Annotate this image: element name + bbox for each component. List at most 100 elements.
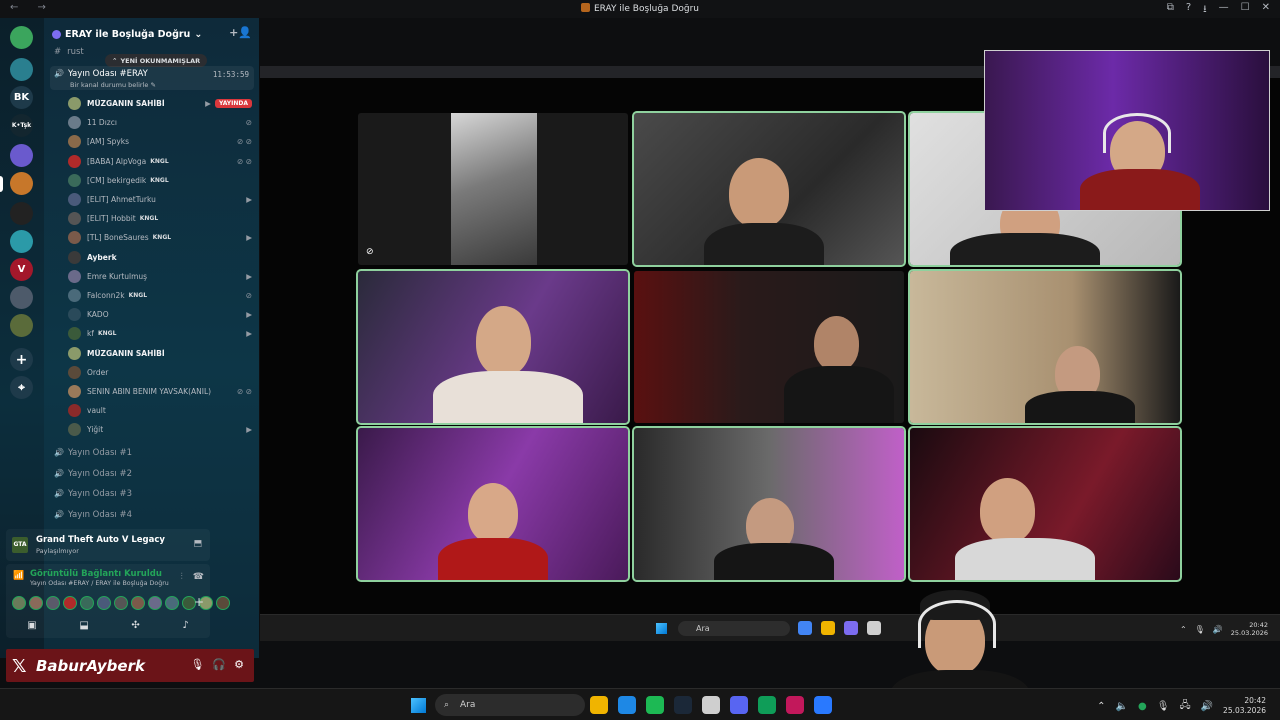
video-tile[interactable]: [634, 271, 904, 423]
discover-icon[interactable]: ⌖: [10, 376, 33, 399]
soundboard-icon[interactable]: ♪: [182, 620, 188, 631]
voice-member[interactable]: MÜZGANIN SAHİBİ ▶ YAYINDA: [68, 95, 252, 112]
taskbar-clock[interactable]: 20:42 25.03.2026: [1223, 696, 1266, 716]
network-icon[interactable]: 🖧: [1179, 698, 1190, 715]
voice-member[interactable]: vault: [68, 402, 252, 419]
participant-avatar[interactable]: [148, 596, 162, 610]
disconnect-icon[interactable]: ☎: [193, 572, 204, 582]
server-icon[interactable]: [10, 26, 33, 49]
video-tile-speaking[interactable]: [356, 426, 630, 582]
video-tile-speaking[interactable]: [632, 426, 906, 582]
voice-member[interactable]: KADO ▶: [68, 306, 252, 323]
volume-icon[interactable]: 🔊: [1201, 701, 1213, 712]
voice-member[interactable]: [BABA] AlpVoga KNGL ⊘ ⊘: [68, 153, 252, 170]
help-icon[interactable]: ?: [1186, 2, 1191, 19]
stream-search-text: Ara: [696, 624, 710, 633]
activities-icon[interactable]: ✣: [131, 620, 139, 631]
app-icon[interactable]: [590, 696, 608, 714]
connection-title[interactable]: Görüntülü Bağlantı Kuruldu: [30, 569, 162, 579]
close-button[interactable]: ✕: [1262, 2, 1270, 19]
participant-avatar[interactable]: [97, 596, 111, 610]
download-icon[interactable]: ⭳: [1203, 2, 1207, 19]
channel-status[interactable]: Bir kanal durumu belirle ✎: [70, 81, 156, 89]
headset-icon[interactable]: 🎧: [212, 658, 226, 671]
status-dot-icon[interactable]: ●: [1138, 701, 1147, 712]
voice-member[interactable]: Falconn2k KNGL ⊘: [68, 287, 252, 304]
participant-avatar[interactable]: [80, 596, 94, 610]
camera-off-icon[interactable]: ▣: [27, 620, 36, 631]
voice-member[interactable]: [CM] bekirgedik KNGL: [68, 172, 252, 189]
server-icon[interactable]: [10, 172, 33, 195]
video-tile-speaking[interactable]: [908, 426, 1182, 582]
voice-member[interactable]: [TL] BoneSaures KNGL ▶: [68, 229, 252, 246]
stream-game-icon[interactable]: ⬒: [193, 539, 202, 549]
app-icon[interactable]: [730, 696, 748, 714]
invite-participant-button[interactable]: +: [194, 595, 204, 609]
voice-channel[interactable]: 🔊 Yayın Odası #4: [54, 510, 132, 520]
participant-avatar[interactable]: [131, 596, 145, 610]
app-icon[interactable]: [814, 696, 832, 714]
voice-member[interactable]: 11 Dızcı ⊘: [68, 114, 252, 131]
voice-member[interactable]: SENIN ABIN BENIM YAVSAK(ANIL) ⊘ ⊘: [68, 383, 252, 400]
server-icon[interactable]: BK: [10, 86, 33, 109]
server-icon[interactable]: K•Tşk: [10, 114, 33, 137]
taskbar-search[interactable]: ⌕ Ara: [435, 694, 585, 716]
app-icon[interactable]: [646, 696, 664, 714]
voice-channel[interactable]: 🔊 Yayın Odası #3: [54, 489, 132, 499]
video-tile-speaking[interactable]: [356, 269, 630, 425]
video-tile-speaking[interactable]: [632, 111, 906, 267]
noise-suppression-icon[interactable]: ⫶: [181, 572, 183, 582]
text-channel-rust[interactable]: # rust: [54, 47, 84, 57]
connection-subtitle[interactable]: Yayın Odası #ERAY / ERAY ile Boşluğa Doğ…: [30, 580, 169, 587]
participant-avatar[interactable]: [12, 596, 26, 610]
server-icon[interactable]: V: [10, 258, 33, 281]
video-tile[interactable]: ⊘: [358, 113, 628, 265]
microphone-icon[interactable]: 🎙: [190, 658, 204, 671]
active-voice-channel[interactable]: 🔊 Yayın Odası #ERAY 11:53:59 Bir kanal du…: [50, 66, 254, 90]
invite-icon[interactable]: +👤: [229, 26, 252, 39]
settings-gear-icon[interactable]: ⚙: [234, 658, 244, 671]
app-icon[interactable]: [674, 696, 692, 714]
voice-member[interactable]: Ayberk: [68, 249, 252, 266]
picture-in-picture-feed[interactable]: [984, 50, 1270, 211]
participant-avatar[interactable]: [29, 596, 43, 610]
chevron-up-icon[interactable]: ⌃: [1097, 701, 1105, 712]
username[interactable]: BaburAyberk: [36, 657, 145, 675]
guild-header[interactable]: ERAY ile Boşluğa Doğru ⌄ +👤: [52, 26, 252, 42]
voice-member[interactable]: MÜZGANIN SAHİBİ: [68, 345, 252, 362]
video-tile-speaking[interactable]: [908, 269, 1182, 425]
app-icon[interactable]: [786, 696, 804, 714]
voice-member[interactable]: kf KNGL ▶: [68, 325, 252, 342]
voice-member[interactable]: [ELIT] AhmetTurku ▶: [68, 191, 252, 208]
voice-member[interactable]: Order: [68, 364, 252, 381]
server-icon[interactable]: [10, 314, 33, 337]
voice-member[interactable]: Emre Kurtulmuş ▶: [68, 268, 252, 285]
mic-icon[interactable]: 🎙: [1157, 701, 1170, 712]
screen-share-icon[interactable]: ⬓: [79, 620, 88, 631]
speaker-icon[interactable]: 🔈: [1116, 701, 1128, 712]
participant-avatar[interactable]: [165, 596, 179, 610]
server-icon[interactable]: [10, 286, 33, 309]
voice-channel[interactable]: 🔊 Yayın Odası #2: [54, 469, 132, 479]
server-icon[interactable]: [10, 202, 33, 225]
add-server-icon[interactable]: +: [10, 348, 33, 371]
server-icon[interactable]: [10, 230, 33, 253]
voice-channel[interactable]: 🔊 Yayın Odası #1: [54, 448, 132, 458]
app-icon[interactable]: [618, 696, 636, 714]
start-button[interactable]: [411, 698, 426, 713]
app-icon[interactable]: [702, 696, 720, 714]
participant-avatar[interactable]: [114, 596, 128, 610]
inbox-icon[interactable]: ⧉: [1167, 2, 1174, 19]
participant-avatar[interactable]: [46, 596, 60, 610]
server-icon[interactable]: [10, 58, 33, 81]
app-icon[interactable]: [758, 696, 776, 714]
server-icon[interactable]: [10, 144, 33, 167]
voice-member[interactable]: [AM] Spyks ⊘ ⊘: [68, 133, 252, 150]
maximize-button[interactable]: ☐: [1241, 2, 1250, 19]
participant-avatar[interactable]: [216, 596, 230, 610]
voice-member[interactable]: [ELIT] Hobbit KNGL: [68, 210, 252, 227]
signal-icon[interactable]: 📶: [13, 571, 24, 581]
minimize-button[interactable]: —: [1219, 2, 1229, 19]
voice-member[interactable]: Yiğit ▶: [68, 421, 252, 438]
participant-avatar[interactable]: [63, 596, 77, 610]
